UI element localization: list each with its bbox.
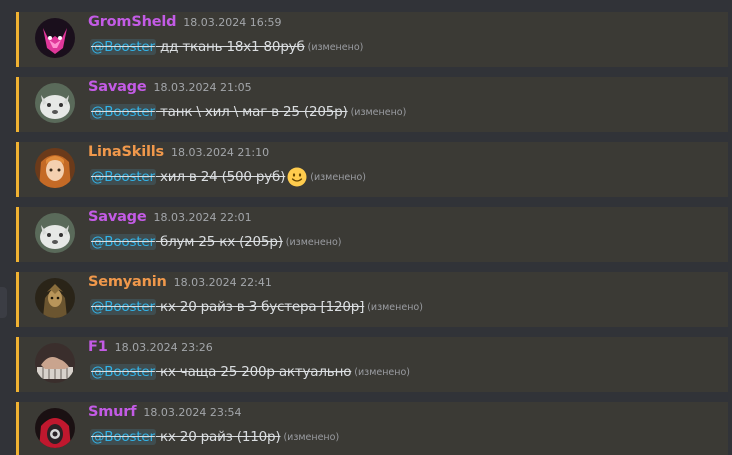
message-text: @Booster кх 20 райз в 3 бустера [120р] bbox=[90, 299, 364, 315]
mention-booster[interactable]: @Booster bbox=[90, 169, 156, 185]
message-row[interactable]: Semyanin 18.03.2024 22:41 @Booster кх 20… bbox=[16, 272, 728, 327]
username[interactable]: Smurf bbox=[88, 404, 137, 420]
mention-booster[interactable]: @Booster bbox=[90, 429, 156, 445]
timestamp: 18.03.2024 16:59 bbox=[183, 16, 282, 29]
message-body: хил в 24 (500 руб) bbox=[155, 169, 286, 185]
edited-label: (изменено) bbox=[283, 431, 340, 443]
edited-label: (изменено) bbox=[285, 236, 342, 248]
timestamp: 18.03.2024 21:10 bbox=[170, 146, 270, 159]
anime-girl-avatar[interactable] bbox=[35, 148, 75, 188]
username[interactable]: Semyanin bbox=[88, 274, 167, 290]
message-row[interactable]: GromSheld 18.03.2024 16:59 @Booster дд т… bbox=[16, 12, 728, 67]
side-handle[interactable] bbox=[0, 287, 7, 318]
message-body: кх 20 райз (110р) bbox=[155, 429, 281, 445]
edited-label: (изменено) bbox=[350, 106, 407, 118]
message-row[interactable]: Smurf 18.03.2024 23:54 @Booster кх 20 ра… bbox=[16, 402, 728, 455]
slightly-smiling-face-emoji bbox=[287, 167, 307, 187]
message-body: дд ткань 18х1 80руб bbox=[155, 39, 305, 55]
message-text: @Booster блум 25 кх (205р) bbox=[90, 234, 283, 250]
timestamp: 18.03.2024 22:41 bbox=[173, 276, 272, 289]
message-body: танк \ хил \ маг в 25 (205р) bbox=[155, 104, 348, 120]
edited-label: (изменено) bbox=[310, 171, 366, 183]
timestamp: 18.03.2024 23:54 bbox=[143, 406, 242, 419]
message-row[interactable]: F1 18.03.2024 23:26 @Booster кх чаща 25 … bbox=[16, 337, 728, 392]
mention-booster[interactable]: @Booster bbox=[90, 39, 156, 55]
message-text: @Booster кх чаща 25 200р актуально bbox=[90, 364, 351, 380]
message-row[interactable]: Savage 18.03.2024 22:01 @Booster блум 25… bbox=[16, 207, 728, 262]
username[interactable]: F1 bbox=[88, 339, 108, 355]
timestamp: 18.03.2024 21:05 bbox=[153, 81, 252, 94]
mention-booster[interactable]: @Booster bbox=[90, 104, 156, 120]
message-body: кх 20 райз в 3 бустера [120р] bbox=[155, 299, 365, 315]
message-row[interactable]: LinaSkills 18.03.2024 21:10 @Booster хил… bbox=[16, 142, 728, 197]
username[interactable]: LinaSkills bbox=[88, 144, 164, 160]
username[interactable]: Savage bbox=[88, 209, 147, 225]
message-feed: GromSheld 18.03.2024 16:59 @Booster дд т… bbox=[0, 0, 732, 455]
edited-label: (изменено) bbox=[307, 41, 364, 53]
message-body: кх чаща 25 200р актуально bbox=[155, 364, 352, 380]
username[interactable]: GromSheld bbox=[88, 14, 176, 30]
timestamp: 18.03.2024 22:01 bbox=[153, 211, 252, 224]
pink-fox-mask-avatar[interactable] bbox=[35, 18, 75, 58]
mention-booster[interactable]: @Booster bbox=[90, 234, 156, 250]
white-wolf-avatar[interactable] bbox=[35, 83, 75, 123]
white-wolf-avatar[interactable] bbox=[35, 213, 75, 253]
dark-warrior-avatar[interactable] bbox=[35, 278, 75, 318]
red-hood-avatar[interactable] bbox=[35, 408, 75, 448]
mention-booster[interactable]: @Booster bbox=[90, 299, 156, 315]
message-text: @Booster танк \ хил \ маг в 25 (205р) bbox=[90, 104, 348, 120]
message-text: @Booster кх 20 райз (110р) bbox=[90, 429, 281, 445]
edited-label: (изменено) bbox=[354, 366, 410, 378]
piano-hands-avatar[interactable] bbox=[35, 343, 75, 383]
message-row[interactable]: Savage 18.03.2024 21:05 @Booster танк \ … bbox=[16, 77, 728, 132]
message-body: блум 25 кх (205р) bbox=[155, 234, 283, 250]
message-text: @Booster дд ткань 18х1 80руб bbox=[90, 39, 305, 55]
mention-booster[interactable]: @Booster bbox=[90, 364, 156, 380]
username[interactable]: Savage bbox=[88, 79, 147, 95]
timestamp: 18.03.2024 23:26 bbox=[114, 341, 213, 354]
message-text: @Booster хил в 24 (500 руб) bbox=[90, 169, 285, 185]
edited-label: (изменено) bbox=[367, 301, 423, 313]
